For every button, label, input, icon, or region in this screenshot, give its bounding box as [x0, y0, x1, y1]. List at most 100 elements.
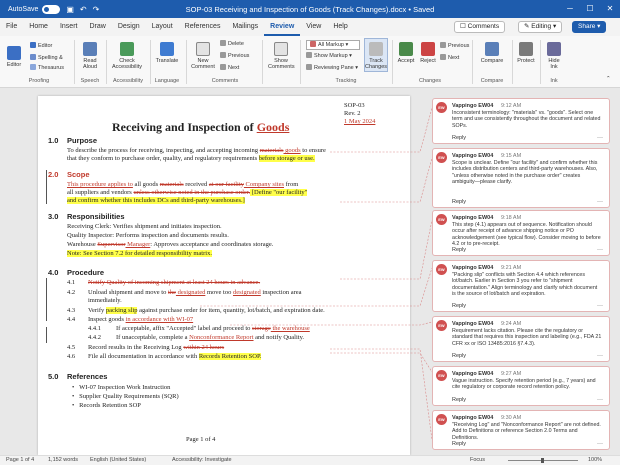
more-options-icon[interactable]: ··· [597, 397, 603, 403]
tab-help[interactable]: Help [327, 18, 353, 36]
editing-button[interactable]: ✎ Editing ▾ [518, 21, 563, 33]
comment-card[interactable]: EW Vappingo EW04 9:18 AM This step (4.1)… [432, 210, 610, 256]
markup-display-select[interactable]: All Markup ▾ [306, 40, 360, 50]
word-count[interactable]: 1,152 words [48, 457, 78, 463]
redo-icon[interactable]: ↷ [93, 5, 100, 14]
ink-icon [547, 42, 561, 56]
more-options-icon[interactable]: ··· [597, 441, 603, 447]
comments-button[interactable]: ☐ Comments [454, 21, 506, 33]
responsibility-line: Warehouse Supervisor Manager: Approves a… [67, 241, 273, 248]
close-icon[interactable]: ✕ [600, 0, 620, 18]
tracking-group-label: Tracking [335, 78, 357, 84]
accessibility-status[interactable]: Accessibility: Investigate [172, 457, 232, 463]
show-markup-button[interactable]: Show Markup ▾ [306, 52, 352, 60]
maximize-icon[interactable]: ☐ [580, 0, 600, 18]
undo-icon[interactable]: ↶ [80, 5, 87, 14]
reply-button[interactable]: Reply [452, 135, 466, 141]
reply-button[interactable]: Reply [452, 199, 466, 205]
previous-change-button[interactable]: Previous [440, 42, 469, 50]
more-options-icon[interactable]: ··· [597, 247, 603, 253]
save-icon[interactable]: ▣ [66, 5, 74, 14]
step-number: 4.1 [67, 279, 76, 286]
tab-insert[interactable]: Insert [54, 18, 84, 36]
show-comments-button[interactable]: Show Comments [268, 42, 295, 70]
tab-file[interactable]: File [0, 18, 23, 36]
check-accessibility-button[interactable]: Check Accessibility [110, 42, 144, 70]
reply-button[interactable]: Reply [452, 441, 466, 447]
comment-card[interactable]: EW Vappingo EW04 9:12 AM Inconsistent te… [432, 98, 610, 144]
page-indicator[interactable]: Page 1 of 4 [6, 457, 34, 463]
avatar: EW [436, 320, 447, 331]
share-button[interactable]: Share ▾ [572, 21, 607, 33]
section-title-procedure: Procedure [67, 268, 105, 277]
section-number: 1.0 [48, 136, 59, 145]
reference-item: • Records Retention SOP [72, 402, 141, 409]
comment-card[interactable]: EW Vappingo EW04 9:30 AM "Receiving Log"… [432, 410, 610, 450]
zoom-level[interactable]: 100% [588, 457, 602, 463]
check-accessibility-label: Check Accessibility [112, 58, 142, 70]
more-options-icon[interactable]: ··· [597, 303, 603, 309]
accept-button[interactable]: Accept [396, 42, 416, 64]
highlight: packing slip [105, 307, 138, 314]
track-changes-button[interactable]: Track Changes [364, 38, 388, 72]
delete-comment-button[interactable]: Delete [220, 40, 244, 48]
avatar: EW [436, 102, 447, 113]
previous-change-label: Previous [448, 43, 470, 49]
reply-button[interactable]: Reply [452, 303, 466, 309]
thesaurus-button[interactable]: Thesaurus [30, 64, 64, 72]
ribbon-separator [540, 40, 541, 84]
tab-design[interactable]: Design [112, 18, 146, 36]
comment-card[interactable]: EW Vappingo EW04 9:15 AM Scope is unclea… [432, 148, 610, 208]
reply-button[interactable]: Reply [452, 397, 466, 403]
next-change-button[interactable]: Next [440, 54, 459, 62]
more-options-icon[interactable]: ··· [597, 135, 603, 141]
tab-draw[interactable]: Draw [83, 18, 111, 36]
comment-author: Vappingo EW04 [452, 415, 494, 421]
tab-review[interactable]: Review [264, 19, 301, 36]
autosave-toggle[interactable] [42, 4, 61, 14]
reply-button[interactable]: Reply [452, 247, 466, 253]
focus-mode-button[interactable]: Focus [470, 457, 485, 463]
tab-view[interactable]: View [300, 18, 327, 36]
compare-button[interactable]: Compare [478, 42, 506, 64]
editor-small-button[interactable]: Editor [30, 42, 52, 50]
language-indicator[interactable]: English (United States) [90, 457, 146, 463]
section-number: 3.0 [48, 212, 59, 221]
collapse-ribbon-icon[interactable]: ⌃ [606, 76, 611, 83]
read-aloud-button[interactable]: Read Aloud [80, 42, 100, 70]
translate-button[interactable]: Translate [154, 42, 180, 64]
tab-home[interactable]: Home [23, 18, 54, 36]
tab-layout[interactable]: Layout [146, 18, 179, 36]
reject-button[interactable]: Reject [418, 42, 438, 64]
comment-card[interactable]: EW Vappingo EW04 9:21 AM "Packing slip" … [432, 260, 610, 312]
more-options-icon[interactable]: ··· [597, 199, 603, 205]
page-footer: Page 1 of 4 [186, 436, 216, 443]
more-options-icon[interactable]: ··· [597, 353, 603, 359]
new-comment-button[interactable]: New Comment [190, 42, 216, 70]
editing-button-label: Editing [531, 23, 552, 30]
editor-icon [7, 46, 21, 60]
spelling-button[interactable]: Spelling & [30, 54, 63, 62]
editor-button[interactable]: Editor [4, 46, 24, 68]
avatar: EW [436, 214, 447, 225]
zoom-slider-thumb[interactable] [541, 458, 544, 463]
minimize-icon[interactable]: ─ [560, 0, 580, 18]
step-number: 4.4.1 [88, 325, 101, 332]
next-comment-button[interactable]: Next [220, 64, 239, 72]
changes-group-label: Changes [418, 78, 442, 84]
comment-card[interactable]: EW Vappingo EW04 9:24 AM Requirement lac… [432, 316, 610, 362]
show-markup-label: Show Markup [314, 53, 348, 59]
previous-comment-button[interactable]: Previous [220, 52, 249, 60]
comment-card[interactable]: EW Vappingo EW04 9:27 AM Vague instructi… [432, 366, 610, 406]
purpose-line-2: that they conform to purchase order, qua… [67, 155, 315, 162]
step-4-5: Record results in the Receiving Log with… [88, 344, 224, 351]
tab-references[interactable]: References [179, 18, 227, 36]
hide-ink-button[interactable]: Hide Ink [544, 42, 564, 70]
review-ribbon: Editor Editor Spelling & Thesaurus Proof… [0, 36, 620, 88]
reviewing-pane-button[interactable]: Reviewing Pane ▾ [306, 64, 358, 72]
reply-button[interactable]: Reply [452, 353, 466, 359]
protect-button[interactable]: Protect [514, 42, 538, 64]
comment-text: This step (4.1) appears out of sequence.… [452, 222, 601, 247]
tab-mailings[interactable]: Mailings [226, 18, 264, 36]
text-run: File all documentation in accordance wit… [88, 353, 199, 360]
